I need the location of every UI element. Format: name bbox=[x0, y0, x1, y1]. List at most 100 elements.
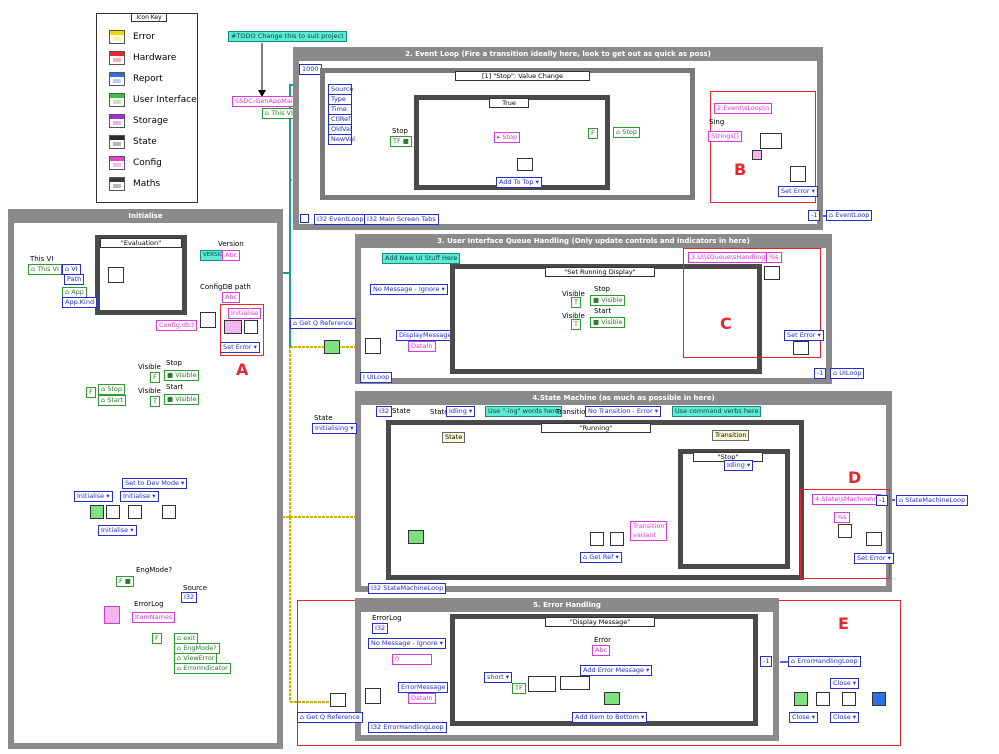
disp-node-init[interactable] bbox=[90, 505, 104, 519]
error-node-eh[interactable] bbox=[330, 693, 346, 707]
initialise-enum-1[interactable]: Initialise ▾ bbox=[74, 491, 113, 502]
variant-node-sm[interactable] bbox=[610, 532, 624, 546]
app-kind-property[interactable]: App.Kind bbox=[62, 297, 98, 308]
t-constant-ui-1[interactable]: T bbox=[571, 297, 581, 308]
format-node-ui[interactable] bbox=[764, 266, 780, 280]
display-message-selector[interactable]: "Display Message" bbox=[545, 617, 655, 627]
stop-visible-prop[interactable]: ■ Visible bbox=[164, 370, 200, 381]
error-node-ui[interactable] bbox=[793, 341, 809, 355]
close-enum-3[interactable]: Close ▾ bbox=[830, 712, 860, 723]
event-loop-out-ref[interactable]: ⌂ EventLoop bbox=[826, 210, 873, 221]
no-message-enum-eh[interactable]: No Message - Ignore ▾ bbox=[368, 638, 446, 649]
display-message-bundle[interactable]: DisplayMessage bbox=[396, 330, 455, 341]
t-constant-ui-2[interactable]: T bbox=[571, 319, 581, 330]
window-close-node[interactable] bbox=[872, 692, 886, 706]
build-path-node[interactable] bbox=[108, 267, 124, 283]
set-error-ui[interactable]: Set Error ▾ bbox=[784, 330, 824, 341]
add-to-top-enum[interactable]: Add To Top ▾ bbox=[496, 177, 542, 188]
dequeue-node-eh[interactable] bbox=[365, 688, 381, 704]
close-enum-2[interactable]: Close ▾ bbox=[789, 712, 819, 723]
f-constant-2[interactable]: F bbox=[86, 387, 96, 398]
set-error-sm[interactable]: Set Error ▾ bbox=[854, 553, 894, 564]
get-ref-enum[interactable]: ⌂ Get Ref ▾ bbox=[580, 552, 622, 563]
engmode-control[interactable]: F ■ bbox=[116, 576, 134, 587]
disp-node-close[interactable] bbox=[794, 692, 808, 706]
true-case-selector[interactable]: True bbox=[489, 98, 529, 108]
item-names-prop[interactable]: ItemNames bbox=[132, 612, 176, 623]
get-q-ref-ui[interactable]: ⌂ Get Q Reference bbox=[290, 318, 356, 329]
strings-array[interactable]: Strings[] bbox=[708, 131, 742, 142]
format-node-sm[interactable] bbox=[838, 524, 852, 538]
error-message-bundle[interactable]: ErrorMessage bbox=[398, 682, 449, 693]
t-constant-1[interactable]: T bbox=[150, 396, 160, 407]
concat-node-event[interactable] bbox=[760, 133, 782, 149]
f-constant-event[interactable]: F bbox=[588, 128, 598, 139]
state-node-init[interactable] bbox=[128, 505, 142, 519]
zero-constant[interactable]: 0 bbox=[392, 654, 432, 665]
set-dev-mode-enum[interactable]: Set to Dev Mode ▾ bbox=[122, 478, 188, 489]
this-vi-init-ref[interactable]: ⌂ This VI bbox=[28, 264, 62, 275]
state-node-event[interactable] bbox=[517, 158, 533, 171]
stop-ref-event[interactable]: ⌂ Stop bbox=[613, 127, 640, 138]
add-error-message-enum[interactable]: Add Error Message ▾ bbox=[580, 665, 653, 676]
ui-error-msg[interactable]: 3.UI\sQueue\sHandling\n bbox=[688, 252, 775, 263]
ui-case-selector[interactable]: "Set Running Display" bbox=[545, 267, 655, 277]
evaluation-selector[interactable]: "Evaluation" bbox=[100, 238, 182, 248]
build-node-eh[interactable] bbox=[528, 676, 556, 692]
format-node-event[interactable] bbox=[752, 150, 762, 160]
ref-node[interactable]: ⌂ ErrorIndicator bbox=[174, 663, 231, 674]
event-case-selector[interactable]: [1] "Stop": Value Change bbox=[455, 71, 590, 81]
sm-error-msg[interactable]: 4.State\sMachine\n bbox=[812, 494, 881, 505]
start-visible-prop[interactable]: ■ Visible bbox=[164, 394, 200, 405]
f-constant-1[interactable]: F bbox=[150, 372, 160, 383]
close-enum-1[interactable]: Close ▾ bbox=[830, 678, 860, 689]
error-node-init-3[interactable] bbox=[162, 505, 176, 519]
state-idling-enum[interactable]: Idling ▾ bbox=[446, 406, 476, 417]
this-vi-ref[interactable]: ⌂ This VI bbox=[262, 108, 296, 119]
disp-node-ui[interactable] bbox=[324, 340, 340, 354]
initialise-enum-2[interactable]: Initialise ▾ bbox=[120, 491, 159, 502]
stop-visible-ui[interactable]: ■ Visible bbox=[590, 295, 626, 306]
path-property[interactable]: Path bbox=[64, 274, 85, 285]
error-node-sm[interactable] bbox=[866, 532, 882, 546]
config-path-node[interactable] bbox=[200, 312, 216, 328]
no-transition-enum[interactable]: No Transition - Error ▾ bbox=[585, 406, 662, 417]
errorlog-array[interactable] bbox=[104, 606, 120, 624]
state-node-close[interactable] bbox=[816, 692, 830, 706]
event-data-node[interactable]: NewVal bbox=[328, 134, 355, 145]
stop-ref-init[interactable]: ⌂ Stop bbox=[98, 384, 125, 395]
start-ref-init[interactable]: ⌂ Start bbox=[98, 395, 127, 406]
stop-terminal-event[interactable]: TF ■ bbox=[390, 136, 412, 147]
add-item-bottom-enum[interactable]: Add Item to Bottom ▾ bbox=[572, 712, 648, 723]
state-init-enum[interactable]: Initialising ▾ bbox=[312, 423, 357, 434]
stop-enum-event[interactable]: ▸ Stop bbox=[494, 132, 521, 143]
pct-s-sm[interactable]: %s bbox=[834, 512, 850, 523]
sm-loop-out-ref[interactable]: ⌂ StateMachineLoop bbox=[896, 495, 969, 506]
data-in-eh[interactable]: DataIn bbox=[408, 693, 436, 704]
state-node-sm-2[interactable] bbox=[590, 532, 604, 546]
error-node-close[interactable] bbox=[842, 692, 856, 706]
running-case-selector[interactable]: "Running" bbox=[541, 423, 651, 433]
config-file-constant[interactable]: Config.db3 bbox=[156, 320, 198, 331]
timeout-constant[interactable]: 1000 bbox=[299, 64, 322, 75]
bundle-node-eh[interactable] bbox=[560, 676, 590, 690]
state-node-sm[interactable] bbox=[408, 530, 424, 544]
error-node-init-2[interactable] bbox=[106, 505, 120, 519]
pct-s-ui[interactable]: %s bbox=[766, 252, 782, 263]
get-q-ref-eh[interactable]: ⌂ Get Q Reference bbox=[297, 712, 363, 723]
disp-node-eh[interactable] bbox=[604, 692, 620, 705]
event-error-msg[interactable]: 2.Event\sLoop\n bbox=[714, 103, 773, 114]
ui-loop-out-ref[interactable]: ⌂ UILoop bbox=[830, 368, 865, 379]
initialise-enum-3[interactable]: Initialise ▾ bbox=[98, 525, 137, 536]
app-name-constant[interactable]: SSDC-GenAppMain bbox=[232, 96, 300, 107]
bool-const-eh[interactable]: TF bbox=[512, 683, 526, 694]
dequeue-node-ui[interactable] bbox=[365, 338, 381, 354]
no-message-enum-ui[interactable]: No Message - Ignore ▾ bbox=[370, 284, 448, 295]
error-node-event[interactable] bbox=[790, 166, 806, 182]
eh-loop-out-ref[interactable]: ⌂ ErrorHandlingLoop bbox=[788, 656, 861, 667]
transition-variant[interactable]: Transition variant bbox=[630, 521, 668, 541]
set-error-event[interactable]: Set Error ▾ bbox=[778, 186, 818, 197]
short-enum[interactable]: short ▾ bbox=[484, 672, 513, 683]
start-visible-ui[interactable]: ■ Visible bbox=[590, 317, 626, 328]
f-constant-3[interactable]: F bbox=[152, 633, 162, 644]
